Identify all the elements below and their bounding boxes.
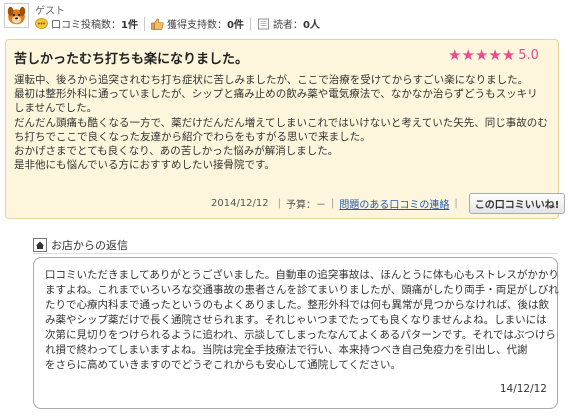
stat-readers-value: 0人 [302,20,320,31]
stat-readers: 読者： 0人 [257,16,320,31]
reply-header-label: お店からの返信 [51,239,128,252]
divider: | [331,198,335,209]
divider [143,16,145,31]
reply-paragraph: たりで心療内科まで通ったというのもよくありました。整形外科では何も異常が見つから… [45,299,549,311]
like-review-button[interactable]: この口コミいいね! [468,193,566,214]
divider [249,16,251,31]
reply-body: 口コミいただきましてありがとうございました。自動車の追突事故は、ほんとうに体も心… [45,268,559,373]
divider: | [277,198,282,209]
review-paragraph: 是非他にも悩んでいる方におすすめしたい接骨院です。 [14,159,275,172]
divider: | [454,198,458,209]
reply-paragraph: 次第に見切りをつけられるように追われ、示談してしまったなんてよくあるパターンです… [45,329,556,341]
stat-likes-value: 0件 [226,20,244,31]
reply-paragraph: み薬やシップ薬だけで長く通院させられます。それじゃいつまでたっても良くなりません… [45,314,547,326]
reply-card: 口コミいただきましてありがとうございました。自動車の追突事故は、ほんとうに体も心… [33,257,559,409]
user-name[interactable]: ゲスト [35,2,65,17]
reply-paragraph: ますよね。これまでいろいろな交通事故の患者さんを診てまいりましたが、頭痛がしたり… [45,284,559,296]
speech-bubble-icon [35,17,48,29]
stat-reviews-value: 1件 [121,20,138,31]
reply-paragraph: をさらに高めていきますのでどうぞこれからも安心して通院してください。 [45,359,402,371]
divider [33,253,558,254]
user-avatar[interactable] [4,3,29,28]
review-paragraph: 運転中、後ろから追突されむち打ち症状に苦しみましたが、ここで治療を受けてからすご… [14,74,529,86]
stat-reviews-label: 口コミ投稿数： [51,20,121,31]
report-review-link[interactable]: 問題のある口コミの連絡 [339,196,449,211]
star-icon: ★ [448,46,462,64]
star-icon: ★ [501,46,516,64]
reply-header: お店からの返信 [33,237,128,253]
review-card: 苦しかったむち打ちも楽になりました。 ★ ★ ★ ★ ★ 5.0 運転中、後ろか… [5,39,566,219]
home-icon [33,238,47,252]
review-title: 苦しかったむち打ちも楽になりました。 [14,52,249,67]
star-icon: ★ [461,46,475,64]
review-paragraph: おかげさまでとても良くなり、あの苦しかった悩みが解消しました。 [14,145,339,158]
stat-likes-label: 獲得支持数： [166,20,227,31]
review-paragraph: 最初は整形外科に通っていましたが、シップと痛み止めの飲み薬や電気療法で、なかなか… [14,88,538,101]
book-icon [258,18,269,29]
review-paragraph: しませんでした。 [14,102,98,115]
stat-reviews: 口コミ投稿数： 1件 [35,16,138,31]
review-date: 2014/12/12 [211,198,269,209]
review-footer: 2014/12/12 | 予算：－ | 問題のある口コミの連絡 | この口コミい… [211,193,568,214]
review-paragraph: だんだん頭痛も酷くなる一方で、薬だけだんだん増えてしまいこれではいけないと考えて… [14,116,548,129]
review-body: 運転中、後ろから追突されむち打ち症状に苦しみましたが、ここで治療を受けてからすご… [14,73,554,172]
stat-likes: 獲得支持数： 0件 [151,16,244,31]
star-icon: ★ [488,46,502,64]
rating-score: 5.0 [518,48,539,63]
review-budget: 予算：－ [286,200,327,211]
reply-paragraph: れ損で終わってしまいますよね。当院は完全手技療法で行い、本来持つべき自己免疫力を… [45,344,528,356]
star-icon: ★ [474,46,489,64]
star-rating: ★ ★ ★ ★ ★ 5.0 [448,46,539,64]
user-stats: 口コミ投稿数： 1件 獲得支持数： 0件 読者： 0人 [35,16,320,31]
reply-date: 14/12/12 [499,383,547,395]
dog-avatar-icon [5,4,28,27]
thumbs-up-icon [151,17,164,30]
review-paragraph: ち打ちでここで良くなった友達から紹介でわらをもすがる思いで来ました。 [14,130,371,143]
stat-readers-label: 読者： [272,20,303,31]
reply-paragraph: 口コミいただきましてありがとうございました。自動車の追突事故は、ほんとうに体も心… [45,269,559,281]
